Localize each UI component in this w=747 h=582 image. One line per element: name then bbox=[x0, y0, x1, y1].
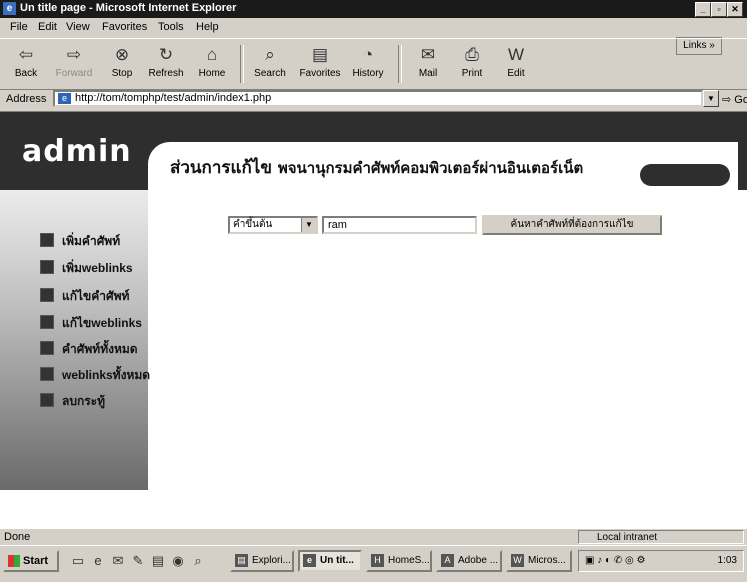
search-input[interactable]: ram bbox=[322, 216, 477, 234]
favorites-button[interactable]: ▤ Favorites bbox=[298, 41, 342, 87]
address-url: http://tom/tomphp/test/admin/index1.php bbox=[75, 92, 272, 104]
windows-logo-icon bbox=[8, 555, 20, 567]
stop-icon: ⊗ bbox=[114, 45, 130, 64]
favorites-folder-icon: ▤ bbox=[311, 45, 329, 64]
mail-icon: ✉ bbox=[420, 45, 436, 64]
page-heading: ส่วนการแก้ไข พจนานุกรมคำศัพท์คอมพิวเตอร์… bbox=[170, 158, 584, 178]
history-button[interactable]: ◔ History bbox=[346, 41, 390, 87]
print-button[interactable]: ⎙ Print bbox=[450, 41, 494, 87]
close-button[interactable]: ✕ bbox=[727, 2, 743, 17]
menu-view[interactable]: View bbox=[66, 21, 90, 33]
folder-quicklaunch-icon[interactable]: ▤ bbox=[150, 553, 166, 569]
bullet-box-icon bbox=[40, 260, 54, 274]
status-bar: Done Local intranet bbox=[0, 528, 747, 546]
ie-quicklaunch-icon[interactable]: e bbox=[90, 553, 106, 569]
menu-help[interactable]: Help bbox=[196, 21, 219, 33]
page-icon: e bbox=[58, 93, 71, 104]
task-explorer[interactable]: ▤ Explori... bbox=[230, 550, 294, 572]
back-button[interactable]: ⇦ Back bbox=[4, 41, 48, 87]
task-ie-active[interactable]: e Un tit... bbox=[298, 550, 362, 572]
print-icon: ⎙ bbox=[465, 45, 479, 64]
ie-icon: e bbox=[303, 554, 316, 567]
go-button[interactable]: ⇨ Go bbox=[722, 93, 747, 106]
bullet-box-icon bbox=[40, 233, 54, 247]
bullet-box-icon bbox=[40, 288, 54, 302]
history-icon: ◔ bbox=[362, 45, 374, 64]
brand-title: admin bbox=[22, 134, 132, 169]
sidebar-item-add-weblinks[interactable]: เพิ่มweblinks bbox=[40, 259, 133, 277]
forward-button[interactable]: ⇨ Forward bbox=[52, 41, 96, 87]
edit-button[interactable]: W Edit bbox=[494, 41, 538, 87]
bullet-box-icon bbox=[40, 393, 54, 407]
window-title: Un title page - Microsoft Internet Explo… bbox=[20, 2, 237, 14]
show-desktop-icon[interactable]: ▭ bbox=[70, 553, 86, 569]
bullet-box-icon bbox=[40, 315, 54, 329]
minimize-button[interactable]: _ bbox=[695, 2, 711, 17]
adobe-icon: A bbox=[441, 554, 454, 567]
tool-quicklaunch-icon[interactable]: ✎ bbox=[130, 553, 146, 569]
sidebar-item-edit-weblinks[interactable]: แก้ไขweblinks bbox=[40, 314, 142, 332]
go-arrow-icon: ⇨ bbox=[722, 94, 732, 106]
home-button[interactable]: ⌂ Home bbox=[190, 41, 234, 87]
media-quicklaunch-icon[interactable]: ◉ bbox=[170, 553, 186, 569]
task-adobe[interactable]: A Adobe ... bbox=[436, 550, 502, 572]
clock: 1:03 bbox=[717, 555, 737, 566]
start-button[interactable]: Start bbox=[3, 550, 59, 572]
menu-file[interactable]: File bbox=[10, 21, 28, 33]
address-dropdown-button[interactable]: ▼ bbox=[703, 90, 719, 107]
toolbar: ⇦ Back ⇨ Forward ⊗ Stop ↻ Refresh ⌂ Home… bbox=[0, 38, 747, 90]
home-icon: ⌂ bbox=[206, 45, 218, 64]
word-icon: W bbox=[511, 554, 524, 567]
address-bar: Address e http://tom/tomphp/test/admin/i… bbox=[0, 89, 747, 112]
address-input[interactable]: e http://tom/tomphp/test/admin/index1.ph… bbox=[53, 90, 703, 107]
search-type-select[interactable]: คำขึ้นต้น ▼ bbox=[228, 216, 318, 234]
mail-button[interactable]: ✉ Mail bbox=[406, 41, 450, 87]
title-bar: e Un title page - Microsoft Internet Exp… bbox=[0, 0, 747, 18]
refresh-icon: ↻ bbox=[158, 45, 174, 64]
address-label: Address bbox=[6, 93, 47, 105]
menu-tools[interactable]: Tools bbox=[158, 21, 184, 33]
security-zone: Local intranet bbox=[578, 530, 744, 544]
task-microsoft-word[interactable]: W Micros... bbox=[506, 550, 572, 572]
page-content: admin ส่วนการแก้ไข พจนานุกรมคำศัพท์คอมพิ… bbox=[0, 112, 747, 528]
menu-favorites[interactable]: Favorites bbox=[102, 21, 147, 33]
stop-button[interactable]: ⊗ Stop bbox=[100, 41, 144, 87]
chevron-down-icon[interactable]: ▼ bbox=[301, 218, 316, 232]
search-icon: ⌕ bbox=[265, 45, 275, 64]
task-homesite[interactable]: H HomeS... bbox=[366, 550, 432, 572]
search-quicklaunch-icon[interactable]: ⌕ bbox=[190, 553, 206, 569]
sidebar-item-delete-thread[interactable]: ลบกระทู้ bbox=[40, 392, 105, 410]
outlook-quicklaunch-icon[interactable]: ✉ bbox=[110, 553, 126, 569]
explorer-icon: ▤ bbox=[235, 554, 248, 567]
search-button[interactable]: ⌕ Search bbox=[248, 41, 292, 87]
bullet-box-icon bbox=[40, 367, 54, 381]
edit-word-icon: W bbox=[507, 45, 525, 64]
back-arrow-icon: ⇦ bbox=[18, 45, 34, 64]
bullet-box-icon bbox=[40, 341, 54, 355]
toolbar-separator bbox=[240, 45, 244, 83]
tray-icons[interactable]: ▣ ♪ ◐ ✆ ◎ ⚙ bbox=[585, 555, 645, 566]
banner-ornament bbox=[640, 164, 730, 186]
sidebar-item-all-weblinks[interactable]: weblinksทั้งหมด bbox=[40, 366, 150, 384]
menu-edit[interactable]: Edit bbox=[38, 21, 57, 33]
search-submit-button[interactable]: ค้นหาคำศัพท์ที่ต้องการแก้ไข bbox=[482, 215, 662, 235]
toolbar-separator bbox=[398, 45, 402, 83]
taskbar: Start ▭ e ✉ ✎ ▤ ◉ ⌕ ▤ Explori... e Un tit.… bbox=[0, 545, 747, 582]
system-tray: ▣ ♪ ◐ ✆ ◎ ⚙ 1:03 bbox=[578, 550, 744, 572]
sidebar-item-add-word[interactable]: เพิ่มคำศัพท์ bbox=[40, 232, 120, 250]
refresh-button[interactable]: ↻ Refresh bbox=[144, 41, 188, 87]
sidebar-item-all-words[interactable]: คำศัพท์ทั้งหมด bbox=[40, 340, 138, 358]
sidebar-item-edit-word[interactable]: แก้ไขคำศัพท์ bbox=[40, 287, 129, 305]
ie-logo-icon: e bbox=[3, 2, 16, 15]
homesite-icon: H bbox=[371, 554, 384, 567]
status-text: Done bbox=[4, 531, 31, 543]
forward-arrow-icon: ⇨ bbox=[66, 45, 82, 64]
menu-bar: File Edit View Favorites Tools Help Link… bbox=[0, 18, 747, 55]
maximize-button[interactable]: ▫ bbox=[711, 2, 727, 17]
